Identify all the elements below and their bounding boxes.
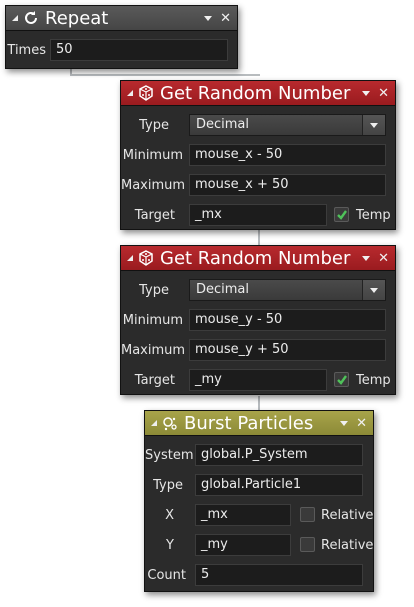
temp-label: Temp — [356, 373, 391, 388]
collapse-triangle-icon[interactable] — [12, 15, 18, 21]
connector-repeat-to-random-x-h — [70, 74, 260, 76]
times-row: Times 50 — [6, 38, 237, 62]
temp-checkbox[interactable] — [334, 372, 349, 387]
type-select-value: Decimal — [196, 282, 250, 297]
target-input[interactable]: _my — [189, 369, 327, 391]
x-relative-label: Relative — [321, 508, 374, 523]
repeat-node[interactable]: Repeat ✕ Times 50 — [5, 5, 238, 69]
target-label: Target — [134, 208, 175, 223]
minimum-label: Minimum — [122, 313, 183, 328]
dice-icon — [137, 249, 155, 267]
burst-particles-node[interactable]: Burst Particles ✕ System global.P_System… — [144, 410, 374, 592]
y-relative-checkbox[interactable] — [300, 537, 315, 552]
minimum-input[interactable]: mouse_x - 50 — [189, 144, 386, 166]
repeat-title: Repeat — [45, 7, 109, 29]
y-relative-label: Relative — [321, 538, 374, 553]
system-input[interactable]: global.P_System — [195, 444, 363, 466]
random-number-x-node[interactable]: Get Random Number ✕ Type Decimal Minimum… — [120, 80, 396, 230]
type-select[interactable]: Decimal — [189, 114, 386, 136]
y-label: Y — [166, 538, 174, 553]
temp-label: Temp — [356, 208, 391, 223]
type-select-value: Decimal — [196, 117, 250, 132]
collapse-triangle-icon[interactable] — [151, 420, 157, 426]
burst-titlebar[interactable]: Burst Particles ✕ — [145, 411, 373, 436]
random-y-titlebar[interactable]: Get Random Number ✕ — [121, 246, 395, 271]
type-label: Type — [153, 478, 183, 493]
x-label: X — [165, 508, 174, 523]
minimum-label: Minimum — [122, 148, 183, 163]
x-input[interactable]: _mx — [195, 504, 291, 526]
type-input[interactable]: global.Particle1 — [195, 474, 363, 496]
maximum-label: Maximum — [121, 178, 186, 193]
maximum-input[interactable]: mouse_y + 50 — [189, 339, 386, 361]
close-icon[interactable]: ✕ — [220, 12, 231, 25]
dropdown-arrow-icon[interactable] — [362, 115, 385, 135]
dropdown-arrow-icon[interactable] — [362, 280, 385, 300]
maximum-label: Maximum — [121, 343, 186, 358]
collapse-triangle-icon[interactable] — [127, 90, 133, 96]
particles-icon — [161, 414, 179, 432]
node-menu-arrow-icon[interactable] — [362, 90, 371, 96]
maximum-input[interactable]: mouse_x + 50 — [189, 174, 386, 196]
dice-icon — [137, 84, 155, 102]
type-select[interactable]: Decimal — [189, 279, 386, 301]
type-label: Type — [139, 118, 169, 133]
random-x-title: Get Random Number — [160, 82, 351, 104]
count-input[interactable]: 5 — [195, 564, 363, 586]
type-label: Type — [139, 283, 169, 298]
repeat-titlebar[interactable]: Repeat ✕ — [6, 6, 237, 31]
checkmark-icon — [336, 374, 347, 385]
random-y-title: Get Random Number — [160, 247, 351, 269]
checkmark-icon — [336, 209, 347, 220]
close-icon[interactable]: ✕ — [378, 87, 389, 100]
target-input[interactable]: _mx — [189, 204, 327, 226]
collapse-triangle-icon[interactable] — [127, 255, 133, 261]
node-menu-arrow-icon[interactable] — [340, 420, 349, 426]
system-label: System — [145, 448, 194, 463]
close-icon[interactable]: ✕ — [356, 417, 367, 430]
times-input[interactable]: 50 — [50, 39, 228, 61]
random-number-y-node[interactable]: Get Random Number ✕ Type Decimal Minimum… — [120, 245, 396, 395]
times-label: Times — [7, 42, 46, 58]
minimum-input[interactable]: mouse_y - 50 — [189, 309, 386, 331]
connector-random-y-to-burst — [258, 396, 260, 410]
x-relative-checkbox[interactable] — [300, 507, 315, 522]
target-label: Target — [134, 373, 175, 388]
burst-title: Burst Particles — [184, 412, 314, 434]
count-label: Count — [147, 568, 186, 583]
random-x-titlebar[interactable]: Get Random Number ✕ — [121, 81, 395, 106]
temp-checkbox[interactable] — [334, 207, 349, 222]
node-menu-arrow-icon[interactable] — [204, 15, 213, 21]
y-input[interactable]: _my — [195, 534, 291, 556]
repeat-icon — [22, 9, 40, 27]
connector-random-x-to-random-y — [258, 230, 260, 246]
close-icon[interactable]: ✕ — [378, 252, 389, 265]
node-menu-arrow-icon[interactable] — [362, 255, 371, 261]
